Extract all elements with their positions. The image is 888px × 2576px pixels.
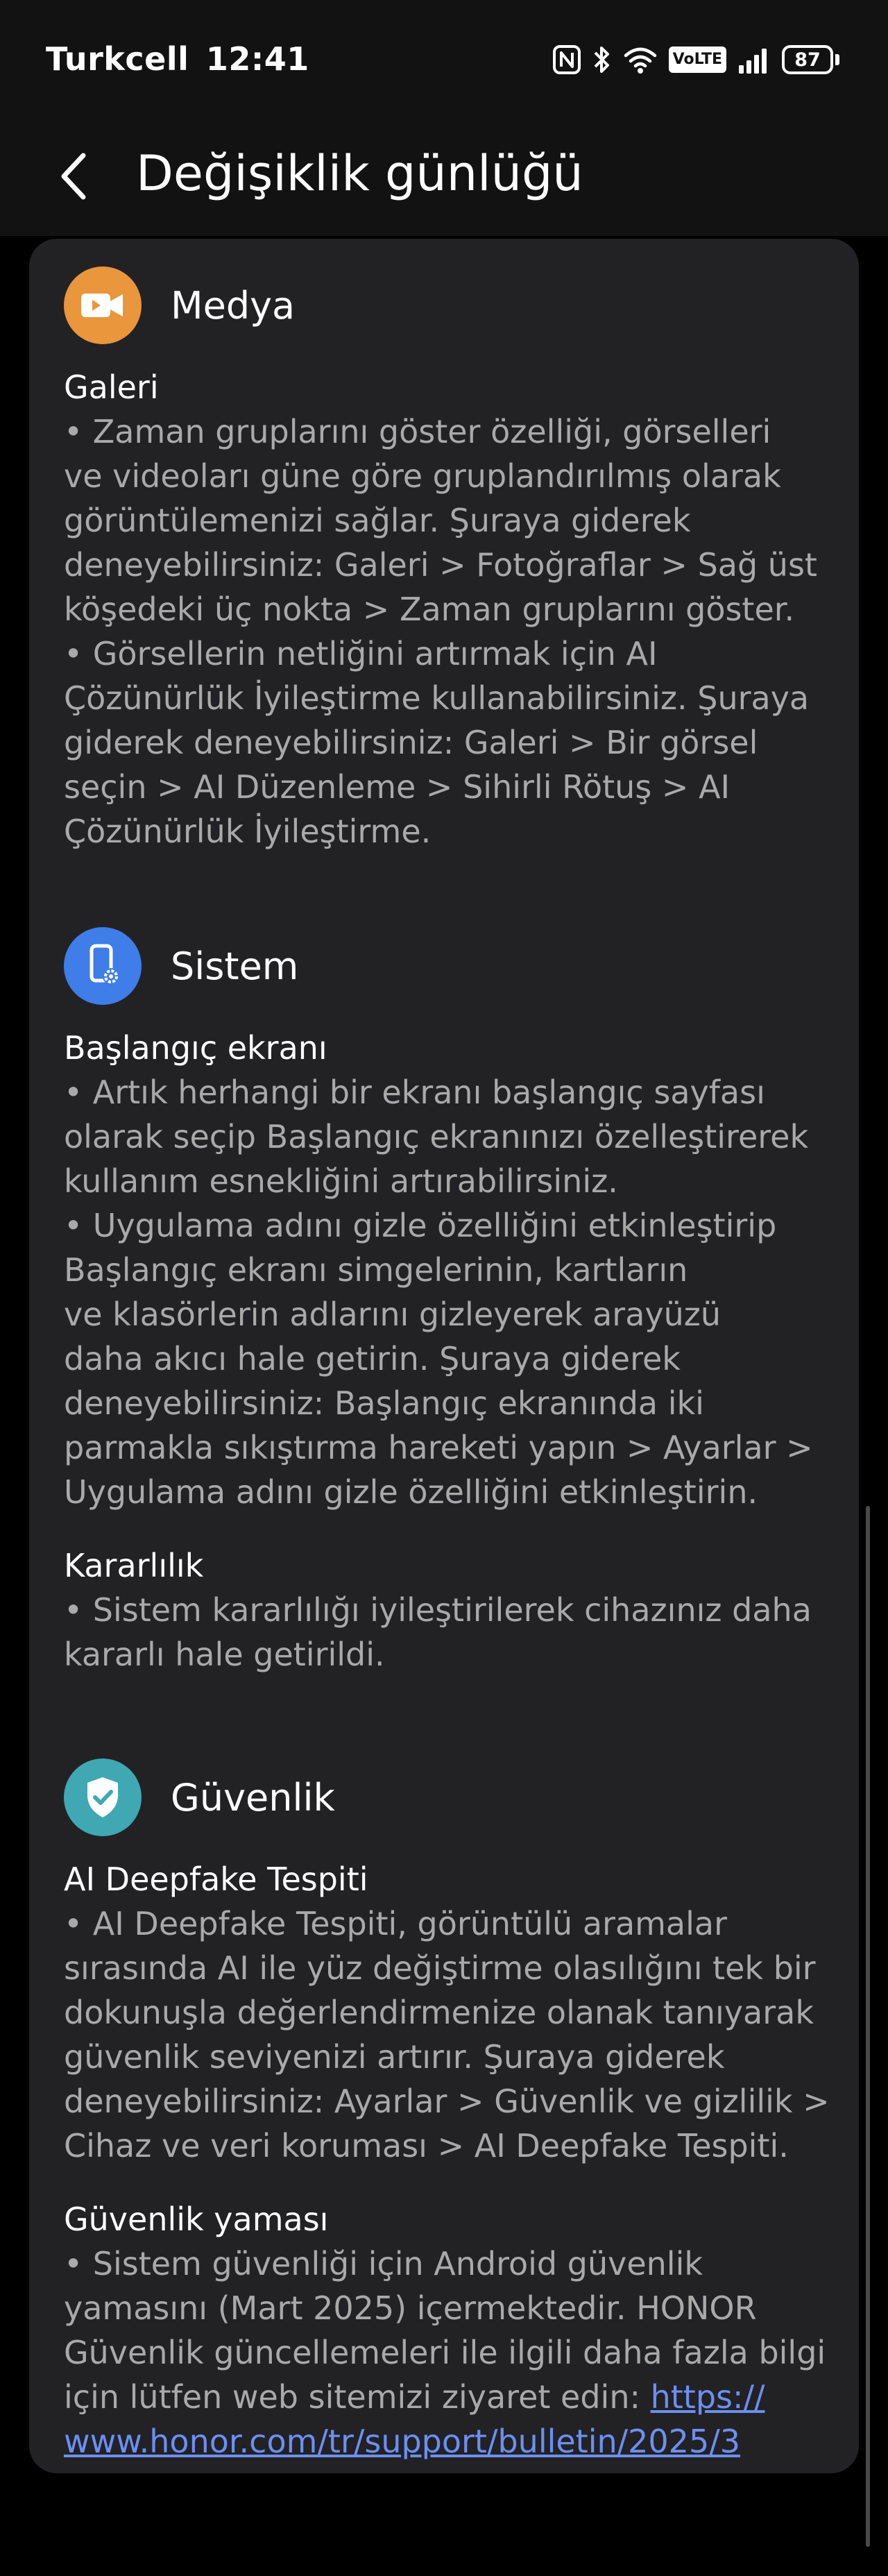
group-line: görüntülemenizi sağlar. Şuraya giderek xyxy=(64,502,691,539)
changelog-card: Medya Galeri • Zaman gruplarını göster ö… xyxy=(29,239,859,2473)
group-line: Çözünürlük İyileştirme kullanabilirsiniz… xyxy=(64,679,810,717)
group-line: giderek deneyebilirsiniz: Galeri > Bir g… xyxy=(64,724,758,761)
group-stability: Kararlılık • Sistem kararlılığı iyileşti… xyxy=(64,1543,831,1677)
group-line: kararlı hale getirildi. xyxy=(64,1636,385,1673)
bulletin-link-continued[interactable]: www.honor.com/tr/support/bulletin/2025/3 xyxy=(64,2423,740,2460)
group-line: • Uygulama adını gizle özelliğini etkinl… xyxy=(64,1207,777,1244)
group-line: seçin > AI Düzenleme > Sihirli Rötuş > A… xyxy=(64,768,731,806)
section-system: Sistem Başlangıç ekranı • Artık herhangi… xyxy=(64,927,831,1677)
status-icons: VoLTE 87 xyxy=(552,40,839,79)
group-line: • Sistem güvenliği için Android güvenlik xyxy=(64,2245,703,2282)
page-title: Değişiklik günlüğü xyxy=(136,145,583,202)
group-line: Başlangıç ekranı simgelerinin, kartların xyxy=(64,1251,688,1289)
group-line: • AI Deepfake Tespiti, görüntülü aramala… xyxy=(64,1905,728,1942)
section-header: Sistem xyxy=(64,927,831,1005)
status-left: Turkcell 12:41 xyxy=(46,40,315,78)
link-prefix-text: için lütfen web sitemizi ziyaret edin: xyxy=(64,2378,651,2416)
group-line: • Zaman gruplarını göster özelliği, görs… xyxy=(64,413,771,450)
group-line: olarak seçip Başlangıç ekranınızı özelle… xyxy=(64,1118,809,1155)
nfc-icon xyxy=(552,45,581,74)
bulletin-link[interactable]: https:// xyxy=(651,2378,765,2416)
group-line: köşedeki üç nokta > Zaman gruplarını gös… xyxy=(64,591,795,628)
group-line: güvenlik seviyenizi artırır. Şuraya gide… xyxy=(64,2038,725,2076)
group-subtitle: Başlangıç ekranı xyxy=(64,1029,327,1067)
phone-settings-icon xyxy=(64,927,142,1005)
group-line: deneyebilirsiniz: Ayarlar > Güvenlik ve … xyxy=(64,2083,830,2120)
battery-level: 87 xyxy=(782,45,833,74)
volte-badge: VoLTE xyxy=(668,46,726,73)
group-line: yamasını (Mart 2025) içermektedir. HONOR xyxy=(64,2289,757,2327)
group-line: ve klasörlerin adlarını gizleyerek arayü… xyxy=(64,1296,722,1333)
scrollbar[interactable] xyxy=(866,1506,870,2547)
group-line: • Sistem kararlılığı iyileştirilerek cih… xyxy=(64,1591,812,1629)
group-subtitle: Galeri xyxy=(64,368,159,406)
video-camera-icon xyxy=(64,266,142,344)
group-line: www.honor.com/tr/support/bulletin/2025/3 xyxy=(64,2419,831,2464)
group-subtitle: Güvenlik yaması xyxy=(64,2201,329,2238)
status-bar: Turkcell 12:41 VoLTE 87 xyxy=(0,0,888,118)
group-line: deneyebilirsiniz: Başlangıç ekranında ik… xyxy=(64,1384,704,1422)
wifi-icon xyxy=(624,47,656,74)
group-deepfake: AI Deepfake Tespiti • AI Deepfake Tespit… xyxy=(64,1857,831,2168)
back-button[interactable] xyxy=(57,142,112,211)
section-security: Güvenlik AI Deepfake Tespiti • AI Deepfa… xyxy=(64,1759,831,2464)
group-line: deneyebilirsiniz: Galeri > Fotoğraflar >… xyxy=(64,546,817,584)
section-title: Medya xyxy=(171,283,296,328)
group-subtitle: Kararlılık xyxy=(64,1547,204,1584)
shield-check-icon xyxy=(64,1759,142,1836)
group-subtitle: AI Deepfake Tespiti xyxy=(64,1861,368,1898)
section-media: Medya Galeri • Zaman gruplarını göster ö… xyxy=(64,266,831,854)
group-line: Uygulama adını gizle özelliğini etkinleş… xyxy=(64,1473,758,1511)
clock: 12:41 xyxy=(205,40,309,78)
bluetooth-icon xyxy=(594,46,609,73)
section-title: Sistem xyxy=(171,944,299,988)
group-line: dokunuşla değerlendirmenize olanak tanıy… xyxy=(64,1994,814,2031)
group-line: için lütfen web sitemizi ziyaret edin: h… xyxy=(64,2375,831,2419)
battery-tip xyxy=(835,54,839,65)
group-security-patch: Güvenlik yaması • Sistem güvenliği için … xyxy=(64,2197,831,2464)
group-home-screen: Başlangıç ekranı • Artık herhangi bir ek… xyxy=(64,1026,831,1514)
group-line: • Görsellerin netliğini artırmak için AI xyxy=(64,635,658,672)
group-line: Cihaz ve veri koruması > AI Deepfake Tes… xyxy=(64,2127,789,2164)
battery-indicator: 87 xyxy=(782,45,839,74)
group-line: • Artık herhangi bir ekranı başlangıç sa… xyxy=(64,1074,765,1111)
group-line: ve videoları güne göre gruplandırılmış o… xyxy=(64,457,781,495)
signal-icon xyxy=(739,49,767,74)
group-gallery: Galeri • Zaman gruplarını göster özelliğ… xyxy=(64,365,831,854)
group-line: Güvenlik güncellemeleri ile ilgili daha … xyxy=(64,2334,826,2371)
section-title: Güvenlik xyxy=(171,1775,335,1820)
group-line: sırasında AI ile yüz değiştirme olasılığ… xyxy=(64,1949,816,1987)
group-line: Çözünürlük İyileştirme. xyxy=(64,813,432,850)
group-line: parmakla sıkıştırma hareketi yapın > Aya… xyxy=(64,1429,813,1466)
group-line: kullanım esnekliğini artırabilirsiniz. xyxy=(64,1162,618,1200)
carrier-name: Turkcell xyxy=(46,40,189,78)
section-header: Medya xyxy=(64,266,831,344)
group-line: daha akıcı hale getirin. Şuraya giderek xyxy=(64,1340,681,1378)
chevron-left-icon xyxy=(61,153,86,200)
app-header: Değişiklik günlüğü xyxy=(0,118,888,236)
section-header: Güvenlik xyxy=(64,1759,831,1836)
